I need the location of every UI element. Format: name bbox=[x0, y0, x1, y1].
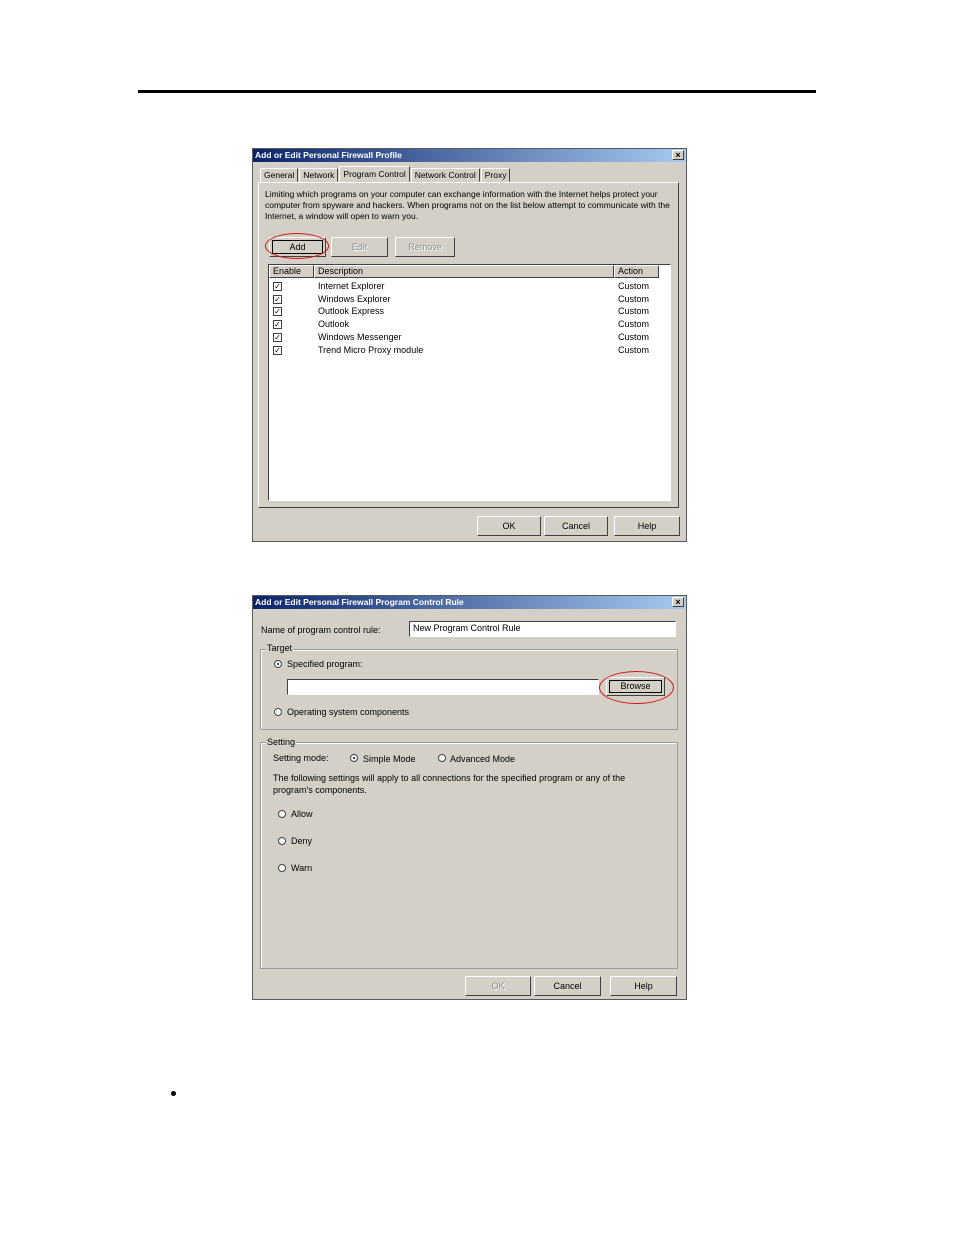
os-components-radio[interactable] bbox=[274, 708, 282, 716]
rule-dialog-title: Add or Edit Personal Firewall Program Co… bbox=[255, 597, 464, 607]
row-description: Outlook Express bbox=[318, 306, 385, 317]
table-row[interactable]: ✓ Windows Explorer Custom bbox=[269, 293, 670, 306]
specified-program-label: Specified program: bbox=[287, 659, 363, 669]
browse-button-highlight-ring bbox=[599, 671, 674, 704]
help-button[interactable]: Help bbox=[610, 976, 677, 996]
tab-network[interactable]: Network bbox=[299, 168, 339, 182]
row-action: Custom bbox=[618, 293, 650, 304]
enable-checkbox[interactable]: ✓ bbox=[273, 282, 282, 291]
edit-button[interactable]: Edit bbox=[331, 237, 388, 257]
program-control-rule-dialog: Add or Edit Personal Firewall Program Co… bbox=[252, 595, 687, 1000]
profile-dialog-titlebar: Add or Edit Personal Firewall Profile × bbox=[253, 149, 686, 162]
rule-dialog-titlebar: Add or Edit Personal Firewall Program Co… bbox=[253, 596, 686, 609]
row-action: Custom bbox=[618, 281, 650, 291]
table-row[interactable]: ✓ Trend Micro Proxy module Custom bbox=[269, 344, 670, 357]
ok-button[interactable]: OK bbox=[465, 976, 531, 996]
row-description: Trend Micro Proxy module bbox=[318, 344, 424, 355]
tab-program-control[interactable]: Program Control bbox=[339, 166, 410, 182]
row-action: Custom bbox=[618, 344, 650, 355]
deny-label: Deny bbox=[291, 836, 313, 846]
enable-checkbox[interactable]: ✓ bbox=[273, 320, 282, 330]
allow-radio[interactable] bbox=[278, 810, 286, 818]
simple-mode-label: Simple Mode bbox=[363, 754, 416, 764]
program-path-input[interactable] bbox=[287, 679, 599, 695]
cancel-button[interactable]: Cancel bbox=[544, 516, 608, 536]
specified-program-radio[interactable] bbox=[274, 660, 282, 668]
tab-proxy[interactable]: Proxy bbox=[480, 168, 511, 182]
warn-label: Warn bbox=[291, 863, 313, 873]
table-row[interactable]: ✓ Windows Messenger Custom bbox=[269, 331, 670, 344]
column-header-enable[interactable]: Enable bbox=[269, 265, 314, 278]
setting-mode-label: Setting mode: bbox=[273, 753, 329, 763]
add-button-highlight-ring bbox=[265, 233, 329, 259]
profile-tab-strip: General Network Program Control Network … bbox=[260, 166, 511, 182]
row-description: Windows Explorer bbox=[318, 293, 391, 304]
enable-checkbox[interactable]: ✓ bbox=[273, 332, 282, 342]
warn-radio[interactable] bbox=[278, 864, 286, 872]
program-control-description: Limiting which programs on your computer… bbox=[265, 189, 670, 221]
ok-button[interactable]: OK bbox=[477, 516, 541, 536]
advanced-mode-label: Advanced Mode bbox=[450, 754, 516, 764]
rule-name-label: Name of program control rule: bbox=[261, 625, 381, 635]
enable-checkbox[interactable]: ✓ bbox=[273, 345, 282, 355]
program-list: Enable Description Action ✓ Internet Exp… bbox=[268, 264, 671, 501]
table-row[interactable]: ✓ Outlook Custom bbox=[269, 318, 670, 331]
os-components-label: Operating system components bbox=[287, 707, 410, 717]
enable-checkbox[interactable]: ✓ bbox=[273, 294, 282, 304]
row-action: Custom bbox=[618, 331, 650, 342]
tab-general[interactable]: General bbox=[260, 168, 299, 182]
close-icon[interactable]: × bbox=[672, 597, 684, 607]
remove-button[interactable]: Remove bbox=[395, 237, 455, 257]
setting-group-label: Setting bbox=[266, 737, 297, 747]
tab-network-control[interactable]: Network Control bbox=[410, 168, 480, 182]
setting-note: The following settings will apply to all… bbox=[273, 773, 626, 795]
simple-mode-radio[interactable] bbox=[350, 754, 358, 762]
page-header-rule bbox=[138, 90, 816, 93]
help-button[interactable]: Help bbox=[614, 516, 680, 536]
cancel-button[interactable]: Cancel bbox=[534, 976, 601, 996]
column-header-description[interactable]: Description bbox=[314, 265, 614, 278]
enable-checkbox[interactable]: ✓ bbox=[273, 307, 282, 317]
row-description: Internet Explorer bbox=[318, 281, 385, 291]
program-control-panel: Limiting which programs on your computer… bbox=[258, 182, 679, 508]
allow-label: Allow bbox=[291, 809, 313, 819]
firewall-profile-dialog: Add or Edit Personal Firewall Profile × … bbox=[252, 148, 687, 542]
table-row[interactable]: ✓ Outlook Express Custom bbox=[269, 305, 670, 318]
list-bullet bbox=[171, 1091, 176, 1096]
row-action: Custom bbox=[618, 319, 650, 330]
deny-radio[interactable] bbox=[278, 837, 286, 845]
advanced-mode-radio[interactable] bbox=[438, 754, 446, 762]
table-row[interactable]: ✓ Internet Explorer Custom bbox=[269, 280, 670, 293]
row-description: Windows Messenger bbox=[318, 331, 402, 342]
column-header-action[interactable]: Action bbox=[614, 265, 659, 278]
target-group-label: Target bbox=[266, 643, 294, 653]
rule-name-input[interactable]: New Program Control Rule bbox=[409, 621, 676, 637]
row-action: Custom bbox=[618, 306, 650, 317]
profile-dialog-title: Add or Edit Personal Firewall Profile bbox=[255, 150, 402, 160]
row-description: Outlook bbox=[318, 319, 350, 330]
close-icon[interactable]: × bbox=[672, 150, 684, 160]
